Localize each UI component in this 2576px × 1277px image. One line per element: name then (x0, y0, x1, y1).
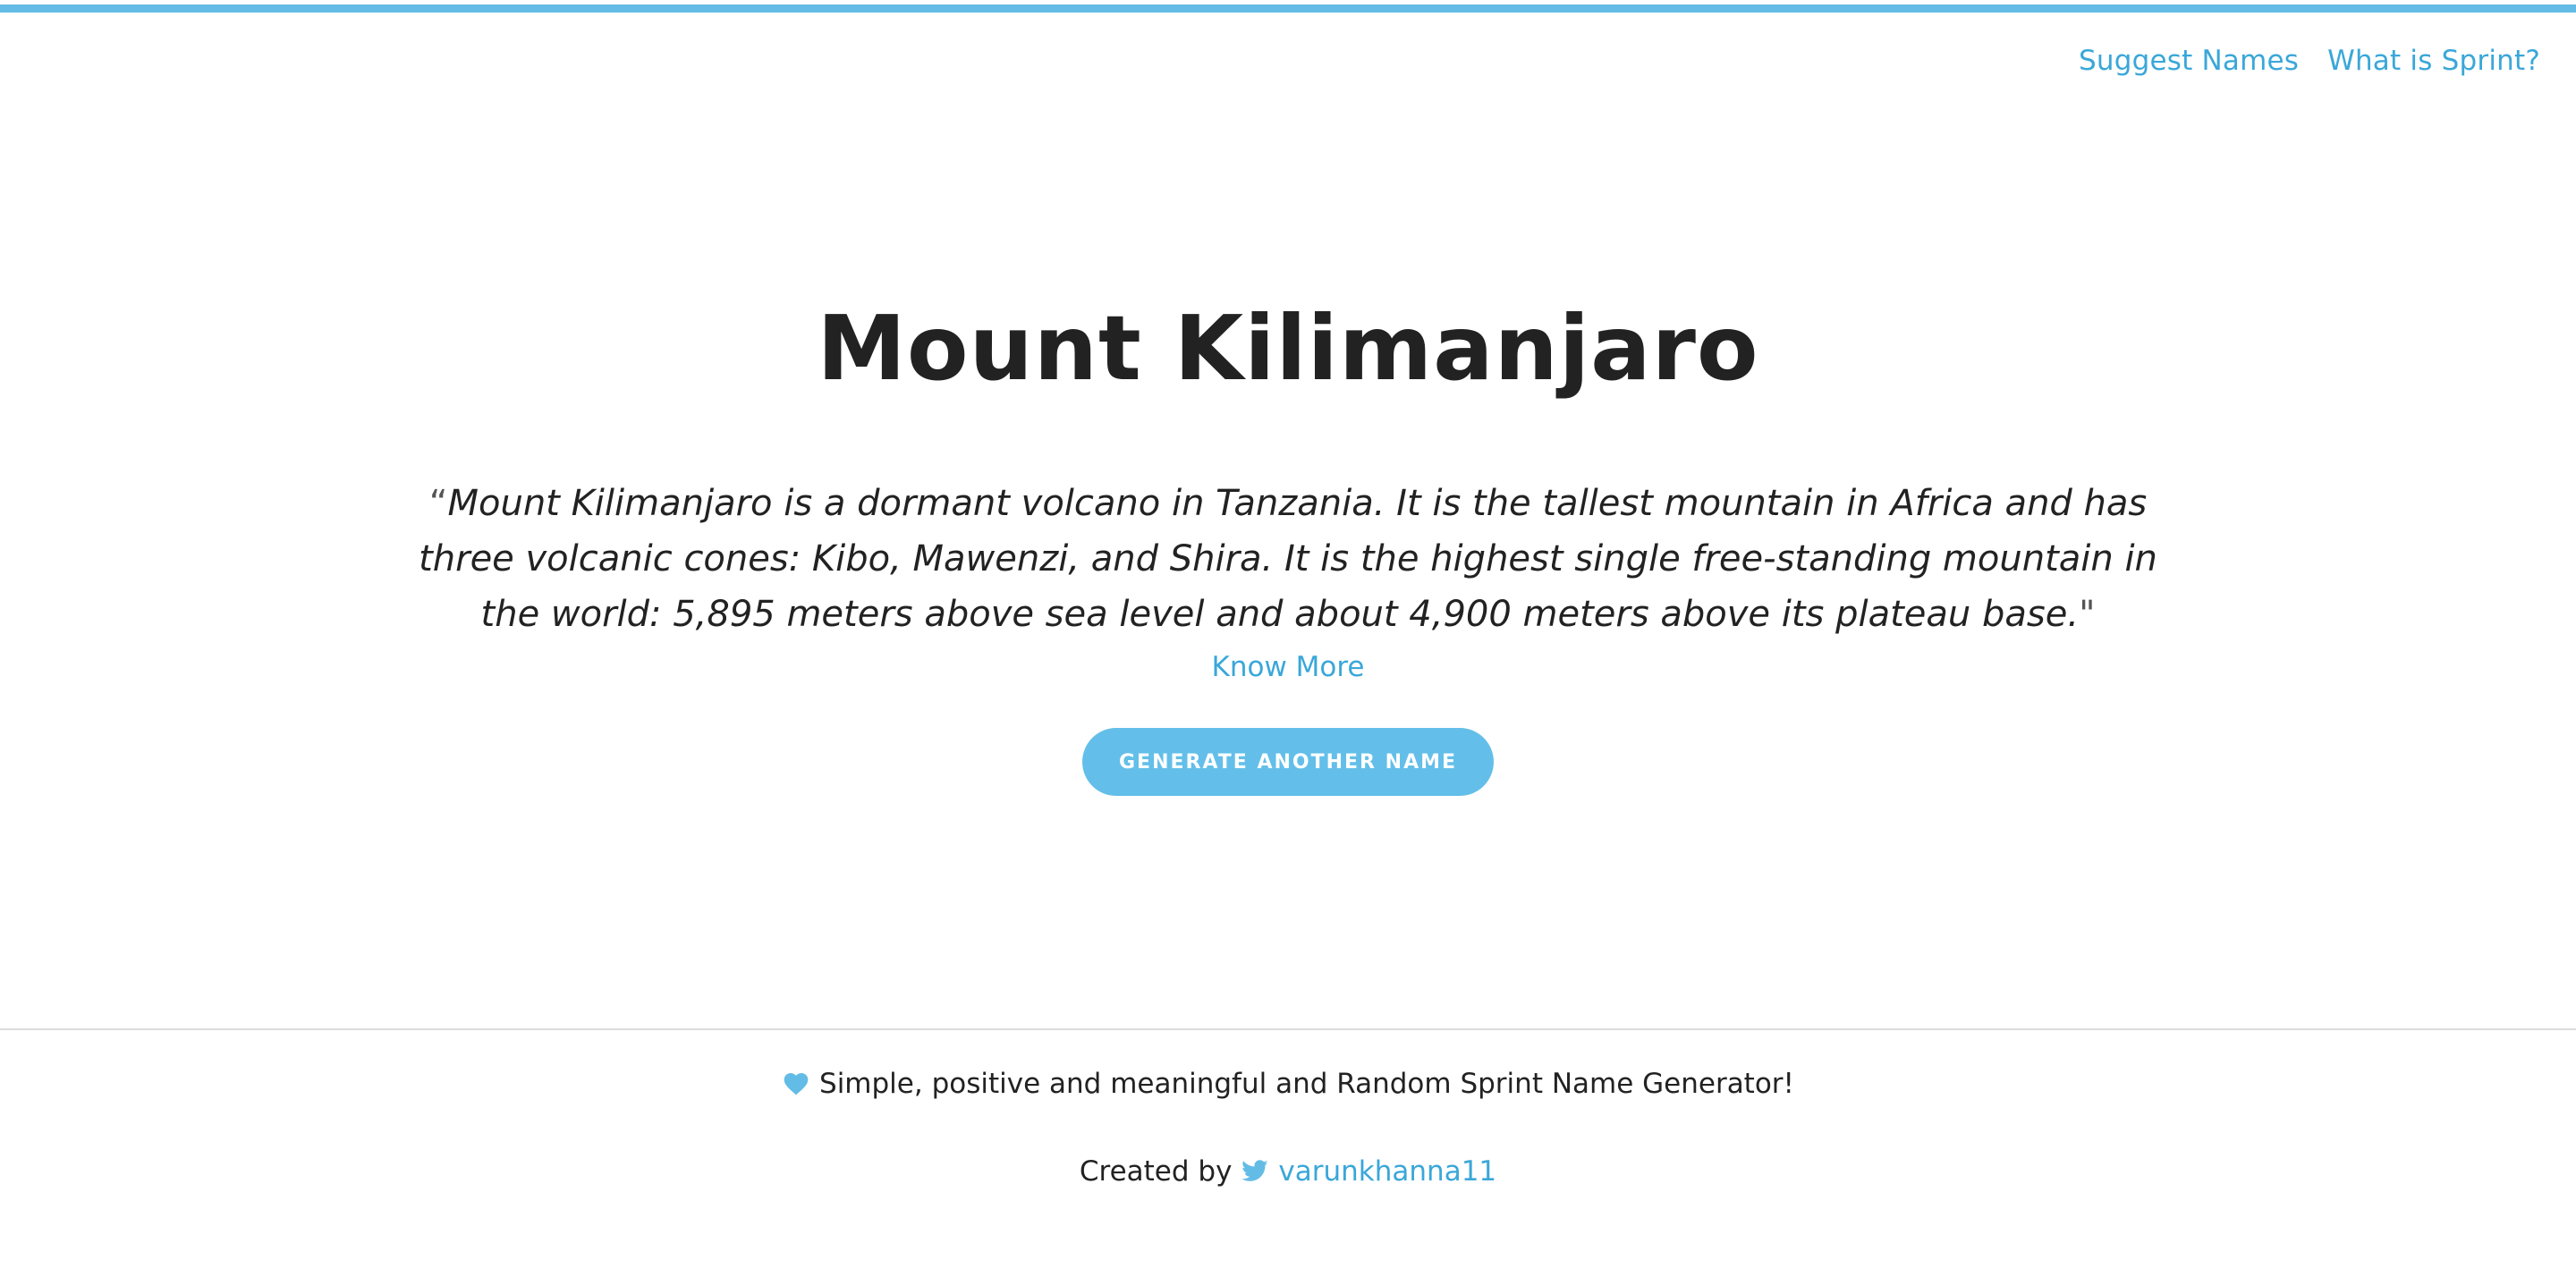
open-quote-mark: “ (428, 483, 448, 524)
heart-icon (784, 1073, 809, 1095)
footer-credit: Created by varunkhanna11 (0, 1155, 2576, 1188)
sprint-name-description: “Mount Kilimanjaro is a dormant volcano … (394, 476, 2182, 642)
nav-link-what-is-sprint[interactable]: What is Sprint? (2327, 45, 2540, 77)
author-twitter-link[interactable]: varunkhanna11 (1278, 1155, 1496, 1188)
top-nav: Suggest Names What is Sprint? (2079, 45, 2540, 77)
top-accent-bar (0, 4, 2576, 13)
footer-divider (0, 1028, 2576, 1030)
footer-tagline-text: Simple, positive and meaningful and Rand… (819, 1068, 1794, 1100)
nav-link-suggest-names[interactable]: Suggest Names (2079, 45, 2299, 77)
generate-button-container: GENERATE ANOTHER NAME (0, 728, 2576, 796)
footer-tagline: Simple, positive and meaningful and Rand… (0, 1068, 2576, 1100)
know-more-container: Know More (0, 651, 2576, 683)
sprint-name-title: Mount Kilimanjaro (817, 296, 1759, 401)
description-text: Mount Kilimanjaro is a dormant volcano i… (419, 483, 2157, 635)
twitter-icon (1241, 1160, 1269, 1181)
close-quote-mark: " (2079, 594, 2096, 635)
credit-prefix: Created by (1079, 1155, 1233, 1188)
generate-another-name-button[interactable]: GENERATE ANOTHER NAME (1082, 728, 1494, 796)
know-more-link[interactable]: Know More (1212, 651, 1365, 683)
